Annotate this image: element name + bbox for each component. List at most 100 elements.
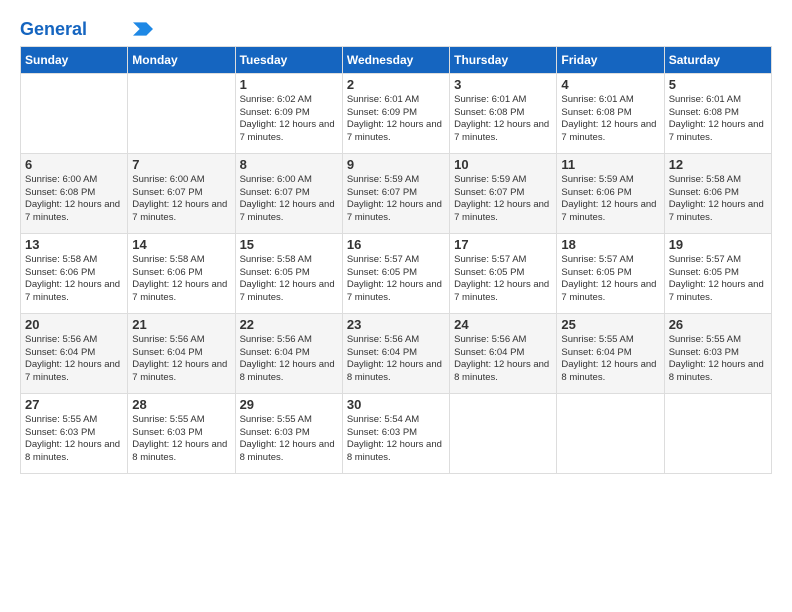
- weekday-header: Wednesday: [342, 46, 449, 73]
- day-info: Sunrise: 5:59 AM Sunset: 6:07 PM Dayligh…: [454, 174, 552, 225]
- calendar-cell: 10 Sunrise: 5:59 AM Sunset: 6:07 PM Dayli…: [450, 153, 557, 233]
- day-number: 21: [132, 317, 230, 332]
- calendar-cell: 7 Sunrise: 6:00 AM Sunset: 6:07 PM Daylig…: [128, 153, 235, 233]
- calendar-cell: 8Sunrise: 6:00 AM Sunset: 6:07 PM Daylig…: [235, 153, 342, 233]
- calendar-week-row: 27 Sunrise: 5:55 AM Sunset: 6:03 PM Dayli…: [21, 393, 772, 473]
- day-info: Sunrise: 5:57 AM Sunset: 6:05 PM Dayligh…: [669, 254, 767, 305]
- weekday-header: Thursday: [450, 46, 557, 73]
- day-info: Sunrise: 5:55 AM Sunset: 6:03 PM Dayligh…: [25, 414, 123, 465]
- calendar-cell: 21 Sunrise: 5:56 AM Sunset: 6:04 PM Dayli…: [128, 313, 235, 393]
- day-number: 9: [347, 157, 445, 172]
- day-info: Sunrise: 5:57 AM Sunset: 6:05 PM Dayligh…: [347, 254, 445, 305]
- day-number: 3: [454, 77, 552, 92]
- calendar-cell: [21, 73, 128, 153]
- weekday-header: Tuesday: [235, 46, 342, 73]
- day-number: 16: [347, 237, 445, 252]
- calendar-week-row: 6Sunrise: 6:00 AM Sunset: 6:08 PM Daylig…: [21, 153, 772, 233]
- calendar-cell: 1Sunrise: 6:02 AM Sunset: 6:09 PM Daylig…: [235, 73, 342, 153]
- day-info: Sunrise: 6:01 AM Sunset: 6:08 PM Dayligh…: [669, 94, 767, 145]
- calendar-cell: 29Sunrise: 5:55 AM Sunset: 6:03 PM Dayli…: [235, 393, 342, 473]
- calendar-week-row: 20 Sunrise: 5:56 AM Sunset: 6:04 PM Dayli…: [21, 313, 772, 393]
- day-number: 17: [454, 237, 552, 252]
- day-number: 4: [561, 77, 659, 92]
- day-info: Sunrise: 5:55 AM Sunset: 6:03 PM Dayligh…: [669, 334, 767, 385]
- day-number: 19: [669, 237, 767, 252]
- calendar-cell: 12 Sunrise: 5:58 AM Sunset: 6:06 PM Dayli…: [664, 153, 771, 233]
- day-info: Sunrise: 6:01 AM Sunset: 6:09 PM Dayligh…: [347, 94, 445, 145]
- logo-icon: [133, 22, 153, 36]
- day-info: Sunrise: 6:00 AM Sunset: 6:08 PM Dayligh…: [25, 174, 123, 225]
- calendar-cell: 16 Sunrise: 5:57 AM Sunset: 6:05 PM Dayli…: [342, 233, 449, 313]
- calendar-cell: [664, 393, 771, 473]
- day-number: 13: [25, 237, 123, 252]
- day-info: Sunrise: 5:58 AM Sunset: 6:05 PM Dayligh…: [240, 254, 338, 305]
- day-info: Sunrise: 5:55 AM Sunset: 6:04 PM Dayligh…: [561, 334, 659, 385]
- calendar-cell: [450, 393, 557, 473]
- calendar-cell: 19 Sunrise: 5:57 AM Sunset: 6:05 PM Dayli…: [664, 233, 771, 313]
- day-number: 26: [669, 317, 767, 332]
- day-info: Sunrise: 5:56 AM Sunset: 6:04 PM Dayligh…: [25, 334, 123, 385]
- day-info: Sunrise: 5:56 AM Sunset: 6:04 PM Dayligh…: [240, 334, 338, 385]
- calendar-cell: 28Sunrise: 5:55 AM Sunset: 6:03 PM Dayli…: [128, 393, 235, 473]
- day-info: Sunrise: 5:58 AM Sunset: 6:06 PM Dayligh…: [132, 254, 230, 305]
- calendar-table: SundayMondayTuesdayWednesdayThursdayFrid…: [20, 46, 772, 474]
- calendar-cell: 6Sunrise: 6:00 AM Sunset: 6:08 PM Daylig…: [21, 153, 128, 233]
- calendar-cell: 17 Sunrise: 5:57 AM Sunset: 6:05 PM Dayli…: [450, 233, 557, 313]
- day-info: Sunrise: 5:58 AM Sunset: 6:06 PM Dayligh…: [669, 174, 767, 225]
- day-number: 28: [132, 397, 230, 412]
- day-info: Sunrise: 6:01 AM Sunset: 6:08 PM Dayligh…: [454, 94, 552, 145]
- calendar-cell: 24Sunrise: 5:56 AM Sunset: 6:04 PM Dayli…: [450, 313, 557, 393]
- calendar-cell: 3 Sunrise: 6:01 AM Sunset: 6:08 PM Daylig…: [450, 73, 557, 153]
- day-number: 22: [240, 317, 338, 332]
- weekday-header: Sunday: [21, 46, 128, 73]
- day-number: 18: [561, 237, 659, 252]
- day-number: 20: [25, 317, 123, 332]
- day-number: 14: [132, 237, 230, 252]
- weekday-header: Saturday: [664, 46, 771, 73]
- calendar-cell: 5 Sunrise: 6:01 AM Sunset: 6:08 PM Daylig…: [664, 73, 771, 153]
- calendar-cell: [557, 393, 664, 473]
- day-number: 12: [669, 157, 767, 172]
- day-info: Sunrise: 5:56 AM Sunset: 6:04 PM Dayligh…: [132, 334, 230, 385]
- day-number: 23: [347, 317, 445, 332]
- weekday-header: Monday: [128, 46, 235, 73]
- calendar-cell: 26 Sunrise: 5:55 AM Sunset: 6:03 PM Dayli…: [664, 313, 771, 393]
- day-number: 11: [561, 157, 659, 172]
- calendar-cell: 22 Sunrise: 5:56 AM Sunset: 6:04 PM Dayli…: [235, 313, 342, 393]
- day-info: Sunrise: 6:00 AM Sunset: 6:07 PM Dayligh…: [132, 174, 230, 225]
- logo: General: [20, 20, 153, 40]
- calendar-cell: 14 Sunrise: 5:58 AM Sunset: 6:06 PM Dayli…: [128, 233, 235, 313]
- day-info: Sunrise: 5:56 AM Sunset: 6:04 PM Dayligh…: [347, 334, 445, 385]
- day-info: Sunrise: 5:56 AM Sunset: 6:04 PM Dayligh…: [454, 334, 552, 385]
- day-number: 7: [132, 157, 230, 172]
- calendar-cell: 30 Sunrise: 5:54 AM Sunset: 6:03 PM Dayli…: [342, 393, 449, 473]
- calendar-cell: 27 Sunrise: 5:55 AM Sunset: 6:03 PM Dayli…: [21, 393, 128, 473]
- weekday-header: Friday: [557, 46, 664, 73]
- day-info: Sunrise: 6:00 AM Sunset: 6:07 PM Dayligh…: [240, 174, 338, 225]
- day-info: Sunrise: 5:59 AM Sunset: 6:07 PM Dayligh…: [347, 174, 445, 225]
- day-number: 1: [240, 77, 338, 92]
- calendar-cell: 4Sunrise: 6:01 AM Sunset: 6:08 PM Daylig…: [557, 73, 664, 153]
- day-info: Sunrise: 5:58 AM Sunset: 6:06 PM Dayligh…: [25, 254, 123, 305]
- calendar-cell: 20 Sunrise: 5:56 AM Sunset: 6:04 PM Dayli…: [21, 313, 128, 393]
- day-number: 2: [347, 77, 445, 92]
- day-number: 5: [669, 77, 767, 92]
- calendar-cell: 23 Sunrise: 5:56 AM Sunset: 6:04 PM Dayli…: [342, 313, 449, 393]
- day-number: 15: [240, 237, 338, 252]
- day-info: Sunrise: 5:54 AM Sunset: 6:03 PM Dayligh…: [347, 414, 445, 465]
- page-header: General: [20, 20, 772, 40]
- calendar-cell: 11Sunrise: 5:59 AM Sunset: 6:06 PM Dayli…: [557, 153, 664, 233]
- calendar-week-row: 1Sunrise: 6:02 AM Sunset: 6:09 PM Daylig…: [21, 73, 772, 153]
- calendar-cell: 9 Sunrise: 5:59 AM Sunset: 6:07 PM Daylig…: [342, 153, 449, 233]
- day-info: Sunrise: 5:57 AM Sunset: 6:05 PM Dayligh…: [454, 254, 552, 305]
- calendar-cell: 18Sunrise: 5:57 AM Sunset: 6:05 PM Dayli…: [557, 233, 664, 313]
- day-number: 10: [454, 157, 552, 172]
- day-info: Sunrise: 5:55 AM Sunset: 6:03 PM Dayligh…: [240, 414, 338, 465]
- calendar-cell: 2 Sunrise: 6:01 AM Sunset: 6:09 PM Daylig…: [342, 73, 449, 153]
- day-number: 30: [347, 397, 445, 412]
- day-number: 27: [25, 397, 123, 412]
- logo-text: General: [20, 20, 87, 40]
- calendar-header-row: SundayMondayTuesdayWednesdayThursdayFrid…: [21, 46, 772, 73]
- calendar-week-row: 13 Sunrise: 5:58 AM Sunset: 6:06 PM Dayli…: [21, 233, 772, 313]
- day-number: 25: [561, 317, 659, 332]
